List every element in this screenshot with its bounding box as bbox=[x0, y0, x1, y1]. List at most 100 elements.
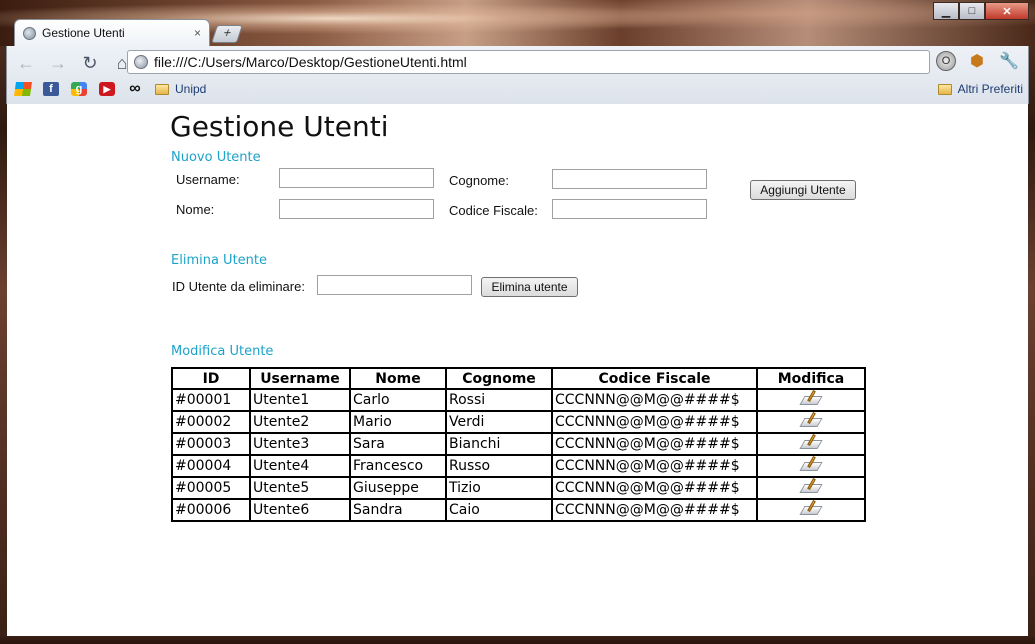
tab-close-icon[interactable]: × bbox=[194, 26, 201, 40]
bookmark-label: Unipd bbox=[175, 82, 207, 96]
cell-nome: Francesco bbox=[349, 454, 447, 478]
delete-id-input[interactable] bbox=[317, 275, 472, 295]
back-arrow-icon[interactable]: ← bbox=[15, 53, 37, 74]
add-user-button[interactable]: Aggiungi Utente bbox=[750, 180, 856, 200]
cell-nome: Mario bbox=[349, 410, 447, 434]
extension-box-icon[interactable]: ⬢ bbox=[966, 51, 988, 71]
cell-cognome: Bianchi bbox=[445, 432, 553, 456]
codice-fiscale-input[interactable] bbox=[552, 199, 707, 219]
folder-icon bbox=[937, 83, 952, 95]
column-header-nome: Nome bbox=[349, 367, 447, 390]
cell-modifica bbox=[756, 432, 866, 456]
edit-icon[interactable] bbox=[799, 478, 823, 494]
cell-nome: Sandra bbox=[349, 498, 447, 522]
column-header-codice-fiscale: Codice Fiscale bbox=[551, 367, 758, 390]
table-row: #00004 Utente4 Francesco Russo CCCNNN@@M@@##… bbox=[171, 454, 866, 478]
column-header-username: Username bbox=[249, 367, 351, 390]
username-label: Username: bbox=[176, 172, 240, 187]
reload-icon[interactable]: ↻ bbox=[79, 53, 101, 74]
cell-codice-fiscale: CCCNNN@@M@@####$ bbox=[551, 432, 758, 456]
browser-toolbar: ← → ↻ ⌂ file:///C:/Users/Marco/Desktop/G… bbox=[6, 46, 1029, 104]
page-content: Gestione Utenti Nuovo Utente Username: C… bbox=[7, 104, 1028, 636]
google-icon[interactable]: g bbox=[71, 82, 87, 96]
windows-icon[interactable] bbox=[14, 82, 32, 96]
edit-icon[interactable] bbox=[799, 390, 823, 406]
cell-id: #00004 bbox=[171, 454, 251, 478]
tab-title: Gestione Utenti bbox=[42, 26, 125, 40]
folder-icon bbox=[155, 83, 169, 95]
delete-user-button[interactable]: Elimina utente bbox=[481, 277, 578, 297]
cell-username: Utente3 bbox=[249, 432, 351, 456]
navigation-buttons: ← → ↻ ⌂ bbox=[15, 53, 133, 74]
cell-username: Utente1 bbox=[249, 388, 351, 412]
delete-user-heading: Elimina Utente bbox=[171, 253, 267, 268]
edit-icon[interactable] bbox=[799, 456, 823, 472]
infinity-icon[interactable]: ∞ bbox=[127, 80, 143, 97]
nome-input[interactable] bbox=[279, 199, 434, 219]
cell-cognome: Rossi bbox=[445, 388, 553, 412]
edit-icon[interactable] bbox=[799, 500, 823, 516]
cell-username: Utente6 bbox=[249, 498, 351, 522]
forward-arrow-icon[interactable]: → bbox=[47, 53, 69, 74]
new-user-heading: Nuovo Utente bbox=[171, 150, 261, 165]
page-title: Gestione Utenti bbox=[170, 110, 389, 143]
edit-icon[interactable] bbox=[799, 434, 823, 450]
cell-nome: Sara bbox=[349, 432, 447, 456]
bookmark-other[interactable]: Altri Preferiti bbox=[937, 82, 1023, 96]
nome-label: Nome: bbox=[176, 202, 215, 217]
close-window-button[interactable]: ✕ bbox=[985, 2, 1029, 20]
column-header-modifica: Modifica bbox=[756, 367, 866, 390]
window-bottom-border bbox=[0, 636, 1035, 644]
browser-window: ▁ □ ✕ Gestione Utenti × + ← → ↻ ⌂ file:/… bbox=[0, 0, 1035, 644]
cell-modifica bbox=[756, 410, 866, 434]
cell-username: Utente5 bbox=[249, 476, 351, 500]
table-row: #00005 Utente5 Giuseppe Tizio CCCNNN@@M@@###… bbox=[171, 476, 866, 500]
cell-modifica bbox=[756, 498, 866, 522]
cell-codice-fiscale: CCCNNN@@M@@####$ bbox=[551, 388, 758, 412]
users-table: ID Username Nome Cognome Codice Fiscale … bbox=[171, 367, 866, 522]
minimize-button[interactable]: ▁ bbox=[933, 2, 959, 20]
table-row: #00006 Utente6 Sandra Caio CCCNNN@@M@@####$ bbox=[171, 498, 866, 522]
column-header-cognome: Cognome bbox=[445, 367, 553, 390]
bookmarks-bar: f g ▶ ∞ Unipd Altri Preferiti bbox=[14, 78, 1023, 100]
extension-buttons: O ⬢ 🔧 bbox=[936, 51, 1020, 71]
cell-modifica bbox=[756, 454, 866, 478]
cell-username: Utente2 bbox=[249, 410, 351, 434]
address-bar[interactable]: file:///C:/Users/Marco/Desktop/GestioneU… bbox=[127, 50, 930, 74]
cell-id: #00003 bbox=[171, 432, 251, 456]
cell-id: #00001 bbox=[171, 388, 251, 412]
cell-id: #00002 bbox=[171, 410, 251, 434]
cell-nome: Giuseppe bbox=[349, 476, 447, 500]
cell-cognome: Russo bbox=[445, 454, 553, 478]
cell-codice-fiscale: CCCNNN@@M@@####$ bbox=[551, 476, 758, 500]
table-row: #00003 Utente3 Sara Bianchi CCCNNN@@M@@####$ bbox=[171, 432, 866, 456]
cell-codice-fiscale: CCCNNN@@M@@####$ bbox=[551, 498, 758, 522]
bookmark-unipd[interactable]: Unipd bbox=[155, 82, 206, 96]
extension-circle-icon[interactable]: O bbox=[936, 51, 956, 71]
youtube-icon[interactable]: ▶ bbox=[99, 82, 115, 96]
table-header-row: ID Username Nome Cognome Codice Fiscale … bbox=[171, 367, 866, 390]
cell-cognome: Tizio bbox=[445, 476, 553, 500]
maximize-button[interactable]: □ bbox=[959, 2, 985, 20]
cognome-input[interactable] bbox=[552, 169, 707, 189]
tab-gestione-utenti[interactable]: Gestione Utenti × bbox=[14, 19, 210, 46]
cell-codice-fiscale: CCCNNN@@M@@####$ bbox=[551, 410, 758, 434]
other-bookmarks-label: Altri Preferiti bbox=[957, 82, 1023, 96]
cognome-label: Cognome: bbox=[449, 173, 509, 188]
cell-cognome: Caio bbox=[445, 498, 553, 522]
table-row: #00002 Utente2 Mario Verdi CCCNNN@@M@@####$ bbox=[171, 410, 866, 434]
cell-nome: Carlo bbox=[349, 388, 447, 412]
column-header-id: ID bbox=[171, 367, 251, 390]
delete-id-label: ID Utente da eliminare: bbox=[172, 279, 305, 294]
username-input[interactable] bbox=[279, 168, 434, 188]
cell-modifica bbox=[756, 476, 866, 500]
cell-modifica bbox=[756, 388, 866, 412]
edit-user-heading: Modifica Utente bbox=[171, 344, 274, 359]
address-url[interactable]: file:///C:/Users/Marco/Desktop/GestioneU… bbox=[154, 54, 467, 70]
edit-icon[interactable] bbox=[799, 412, 823, 428]
wrench-icon[interactable]: 🔧 bbox=[998, 51, 1020, 71]
facebook-icon[interactable]: f bbox=[43, 82, 59, 96]
table-row: #00001 Utente1 Carlo Rossi CCCNNN@@M@@####$ bbox=[171, 388, 866, 412]
cell-id: #00006 bbox=[171, 498, 251, 522]
cell-id: #00005 bbox=[171, 476, 251, 500]
